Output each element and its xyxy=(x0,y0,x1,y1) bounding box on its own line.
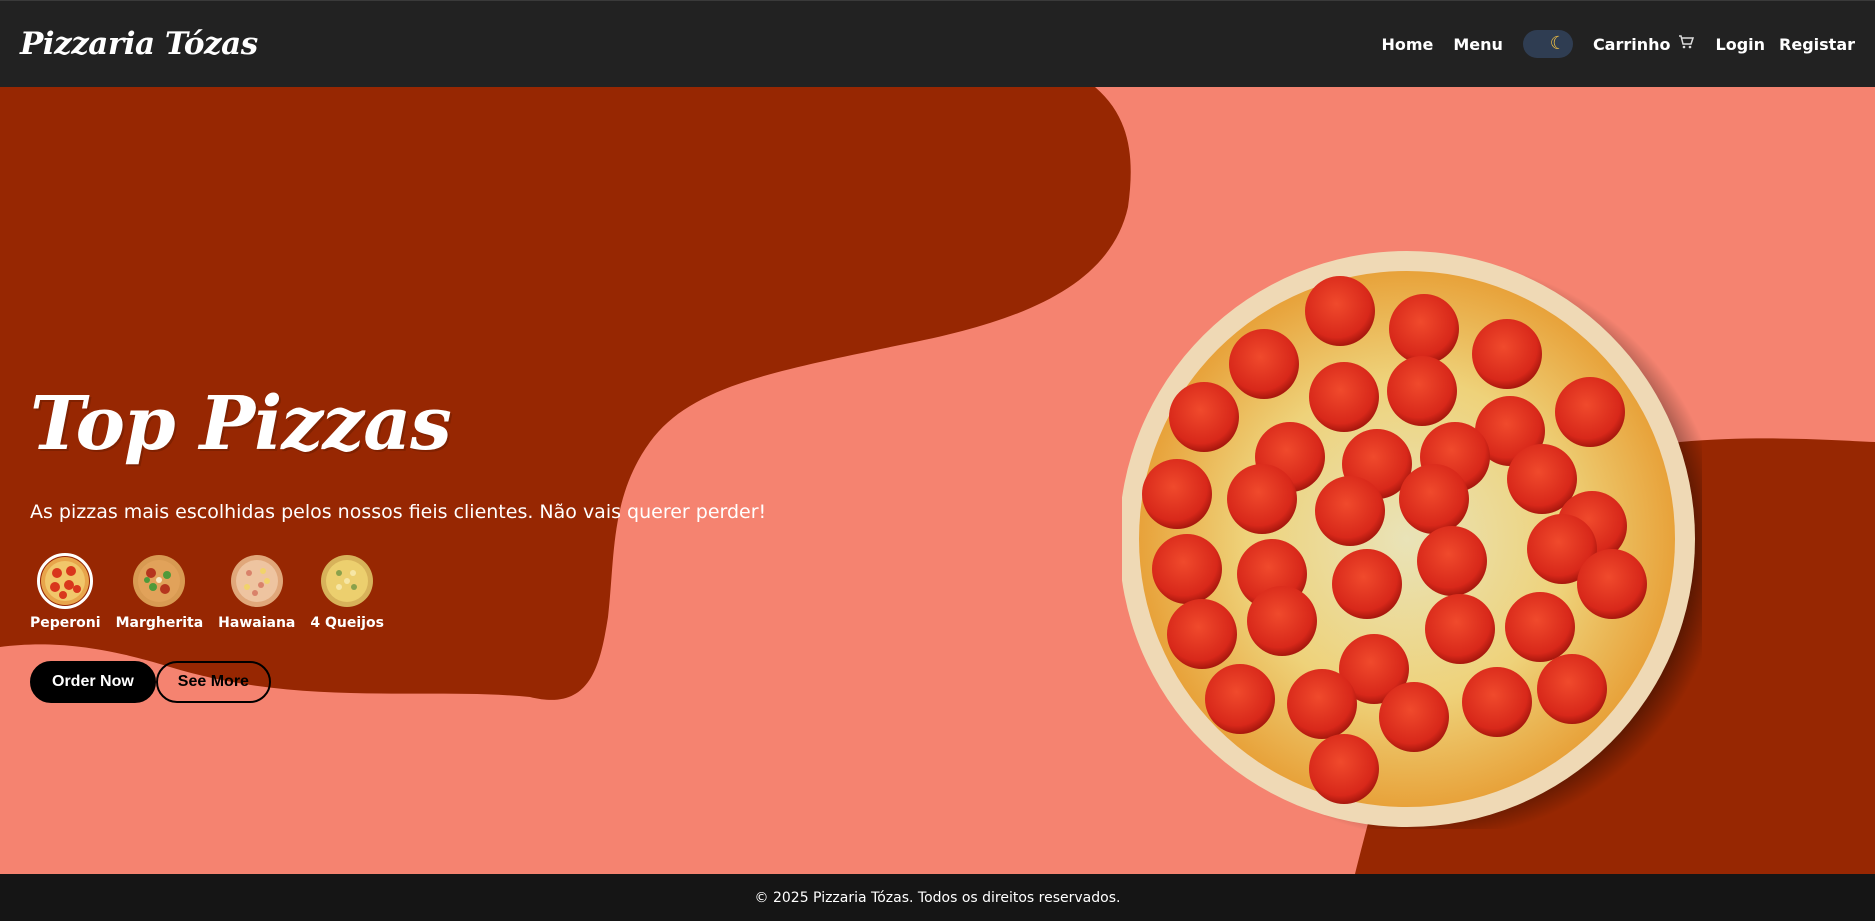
pepperoni-slice xyxy=(1169,382,1239,452)
flavor-label: Margherita xyxy=(115,615,204,631)
order-now-button[interactable]: Order Now xyxy=(30,661,156,703)
flavor-label: Hawaiana xyxy=(218,615,296,631)
moon-icon: ☾ xyxy=(1549,33,1566,54)
theme-toggle[interactable]: ☾ xyxy=(1522,30,1573,58)
nav-link-home[interactable]: Home xyxy=(1381,35,1433,54)
pepperoni-slice xyxy=(1425,594,1495,664)
hero-section: Top Pizzas As pizzas mais escolhidas pel… xyxy=(0,87,1875,874)
pepperoni-slice xyxy=(1142,459,1212,529)
flavor-margherita[interactable]: Margherita xyxy=(115,553,204,631)
nav-link-menu[interactable]: Menu xyxy=(1453,35,1503,54)
pepperoni-slice xyxy=(1305,276,1375,346)
hawaiana-thumbnail xyxy=(229,553,285,609)
pepperoni-slice xyxy=(1309,362,1379,432)
cart-icon xyxy=(1678,35,1694,53)
pepperoni-slice xyxy=(1315,476,1385,546)
margherita-thumbnail xyxy=(131,553,187,609)
pepperoni-slice xyxy=(1229,329,1299,399)
hero-content: Top Pizzas As pizzas mais escolhidas pel… xyxy=(30,387,766,703)
flavor-label: Peperoni xyxy=(30,615,101,631)
pepperoni-slice xyxy=(1555,377,1625,447)
brand-logo[interactable]: Pizzaria Tózas xyxy=(20,26,258,62)
pepperoni-slice xyxy=(1167,599,1237,669)
nav-links: Home Menu ☾ Carrinho Login Registar xyxy=(1361,30,1855,58)
pepperoni-slice xyxy=(1332,549,1402,619)
pepperoni-slice xyxy=(1505,592,1575,662)
pepperoni-slice xyxy=(1462,667,1532,737)
peperoni-thumbnail xyxy=(37,553,94,609)
pepperoni-slice xyxy=(1205,664,1275,734)
flavor-label: 4 Queijos xyxy=(310,615,384,631)
flavor-selector: Peperoni Margherita Hawaiana 4 Queijos xyxy=(30,553,766,631)
pepperoni-slice xyxy=(1379,682,1449,752)
footer-copyright: © 2025 Pizzaria Tózas. Todos os direitos… xyxy=(754,889,1121,906)
pepperoni-slice xyxy=(1247,586,1317,656)
nav-link-cart[interactable]: Carrinho xyxy=(1593,35,1694,54)
4-queijos-thumbnail xyxy=(319,553,375,609)
pepperoni-slice xyxy=(1577,549,1647,619)
nav-link-register[interactable]: Registar xyxy=(1779,35,1855,54)
pepperoni-slice xyxy=(1389,294,1459,364)
pepperoni-slice xyxy=(1152,534,1222,604)
nav-link-login[interactable]: Login xyxy=(1716,35,1766,54)
nav-link-cart-label: Carrinho xyxy=(1592,34,1671,54)
see-more-button[interactable]: See More xyxy=(155,661,271,703)
flavor-peperoni[interactable]: Peperoni xyxy=(30,553,101,631)
pepperoni-slice xyxy=(1309,734,1379,804)
hero-actions: Order Now See More xyxy=(30,661,766,703)
flavor-4-queijos[interactable]: 4 Queijos xyxy=(310,553,384,631)
pizza-image xyxy=(1119,249,1724,839)
pepperoni-slice xyxy=(1472,319,1542,389)
pepperoni-slice xyxy=(1287,669,1357,739)
pepperoni-slice xyxy=(1417,526,1487,596)
pepperoni-slice xyxy=(1537,654,1607,724)
hero-subtitle: As pizzas mais escolhidas pelos nossos f… xyxy=(30,501,767,523)
flavor-hawaiana[interactable]: Hawaiana xyxy=(218,553,295,631)
pepperoni-slice xyxy=(1399,464,1469,534)
navbar: Pizzaria Tózas Home Menu ☾ Carrinho Logi… xyxy=(0,0,1875,87)
hero-title: Top Pizzas xyxy=(30,381,452,467)
pepperoni-slice xyxy=(1227,464,1297,534)
pepperoni-slice xyxy=(1387,356,1457,426)
footer: © 2025 Pizzaria Tózas. Todos os direitos… xyxy=(0,874,1875,921)
